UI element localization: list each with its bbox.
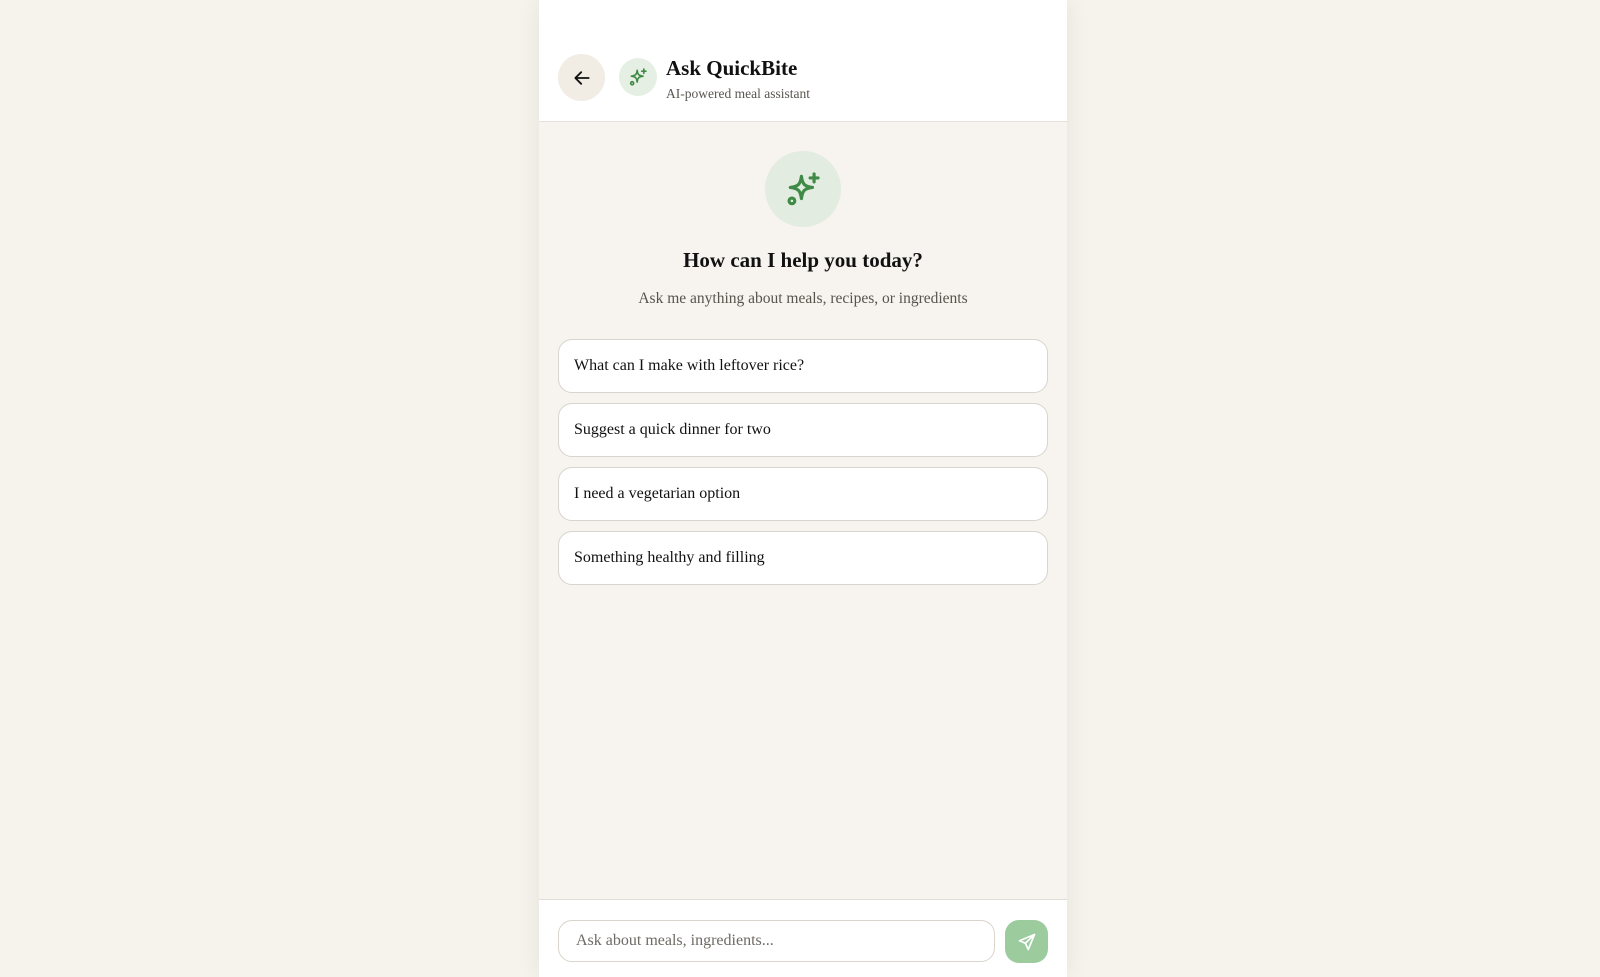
send-button[interactable] <box>1005 920 1048 963</box>
chat-screen: Ask QuickBite AI-powered meal assistant … <box>539 0 1067 977</box>
welcome-heading: How can I help you today? <box>683 248 923 272</box>
suggestion-chip[interactable]: Something healthy and filling <box>558 531 1048 585</box>
suggestion-chip[interactable]: What can I make with leftover rice? <box>558 339 1048 393</box>
message-input[interactable] <box>574 931 979 951</box>
suggestion-chip[interactable]: I need a vegetarian option <box>558 467 1048 521</box>
composer-bar <box>539 899 1067 977</box>
app-header: Ask QuickBite AI-powered meal assistant <box>539 0 1067 122</box>
back-button[interactable] <box>558 54 605 101</box>
assistant-avatar <box>619 58 657 96</box>
page-title: Ask QuickBite <box>666 56 798 80</box>
sparkles-icon <box>629 68 647 86</box>
welcome-subheading: Ask me anything about meals, recipes, or… <box>638 290 968 307</box>
arrow-left-icon <box>573 70 590 85</box>
message-input-wrapper <box>558 920 995 962</box>
hero-badge <box>765 151 841 227</box>
page-subtitle: AI-powered meal assistant <box>666 86 810 101</box>
suggestion-chip[interactable]: Suggest a quick dinner for two <box>558 403 1048 457</box>
suggestion-list: What can I make with leftover rice? Sugg… <box>558 339 1048 595</box>
sparkles-icon <box>787 172 820 206</box>
send-icon <box>1018 933 1035 950</box>
